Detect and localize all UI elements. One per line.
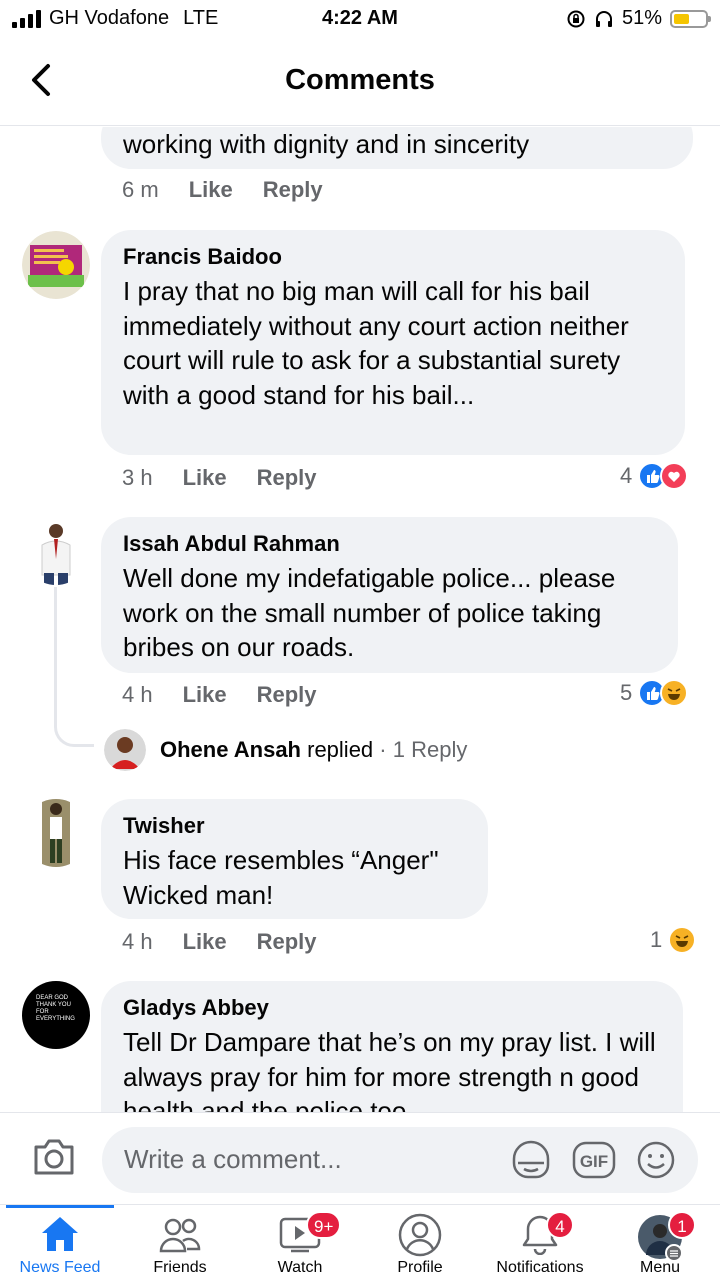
reply-button[interactable]: Reply (257, 465, 317, 491)
tab-label: Friends (153, 1259, 207, 1276)
tab-menu[interactable]: 1 Menu (600, 1205, 720, 1280)
comment-text: His face resembles “Anger" Wicked man! (123, 845, 439, 910)
reaction-summary[interactable]: 5 (620, 679, 689, 707)
reaction-count: 5 (620, 680, 633, 705)
camera-button[interactable] (32, 1137, 76, 1182)
camera-icon (34, 1139, 74, 1175)
comment-placeholder: Write a comment... (124, 1144, 342, 1174)
reaction-summary[interactable]: 4 (620, 462, 689, 490)
comment-composer: Write a comment... GIF (0, 1112, 720, 1204)
reply-author[interactable]: Ohene Ansah (160, 737, 301, 762)
comment-bubble: Twisher His face resembles “Anger" Wicke… (101, 799, 488, 919)
tab-friends[interactable]: Friends (120, 1205, 240, 1280)
comment-author[interactable]: Gladys Abbey (123, 995, 661, 1021)
comment-author[interactable]: Issah Abdul Rahman (123, 531, 656, 557)
reply-button[interactable]: Reply (263, 177, 323, 203)
watch-badge: 9+ (306, 1211, 342, 1239)
profile-icon (398, 1213, 442, 1257)
menu-badge: 1 (668, 1211, 696, 1239)
home-icon (42, 1217, 78, 1251)
headphones-icon (595, 10, 612, 27)
reply-button[interactable]: Reply (257, 682, 317, 708)
tab-watch[interactable]: 9+ Watch (240, 1205, 360, 1280)
reaction-count: 4 (620, 463, 633, 488)
comment-actions: 3 h Like Reply (122, 465, 317, 491)
love-reaction-icon (660, 462, 689, 490)
emoji-icon[interactable] (636, 1140, 676, 1180)
comment-time: 4 h (122, 929, 153, 954)
tab-news-feed[interactable]: News Feed (0, 1205, 120, 1280)
haha-reaction-icon (660, 679, 689, 707)
tab-label: Notifications (496, 1259, 584, 1276)
comment-actions: 6 m Like Reply (122, 177, 323, 203)
comment-author[interactable]: Francis Baidoo (123, 244, 663, 270)
tab-label: Watch (277, 1259, 323, 1276)
avatar[interactable] (22, 799, 90, 867)
tab-label: Profile (397, 1259, 443, 1276)
svg-text:GIF: GIF (580, 1152, 608, 1171)
reply-action: replied (307, 737, 374, 762)
avatar[interactable] (22, 517, 90, 585)
like-button[interactable]: Like (189, 177, 233, 203)
comment-actions: 4 h Like Reply (122, 929, 317, 955)
rotation-lock-icon (567, 10, 585, 27)
top-bar: Comments (0, 40, 720, 126)
reaction-count: 1 (650, 927, 663, 952)
comment-time: 6 m (122, 177, 159, 202)
reply-count[interactable]: · 1 Reply (379, 737, 467, 762)
reply-button[interactable]: Reply (257, 929, 317, 955)
avatar[interactable]: DEAR GOD THANK YOU FOR EVERYTHING (22, 981, 90, 1049)
avatar-caption: DEAR GOD THANK YOU FOR EVERYTHING (36, 995, 75, 1022)
comment-text: Tell Dr Dampare that he’s on my pray lis… (123, 1027, 656, 1112)
reply-avatar[interactable] (104, 729, 146, 771)
reply-preview[interactable]: Ohene Ansah replied · 1 Reply (160, 737, 467, 763)
comment-text: Well done my indefatigable police... ple… (123, 563, 616, 662)
page-title: Comments (285, 64, 435, 96)
gif-icon[interactable]: GIF (572, 1141, 616, 1179)
tab-profile[interactable]: Profile (360, 1205, 480, 1280)
like-button[interactable]: Like (183, 929, 227, 955)
comment-bubble: Issah Abdul Rahman Well done my indefati… (101, 517, 678, 673)
status-bar: GH Vodafone LTE 4:22 AM 51% (0, 0, 720, 40)
comment-text: working with dignity and in sincerity (123, 129, 530, 159)
haha-reaction-icon (668, 926, 697, 954)
battery-icon (670, 9, 711, 28)
reaction-summary[interactable]: 1 (650, 926, 697, 954)
avatar[interactable] (22, 231, 90, 299)
comment-actions: 4 h Like Reply (122, 682, 317, 708)
comment-time: 3 h (122, 465, 153, 490)
comment-bubble: Gladys Abbey Tell Dr Dampare that he’s o… (101, 981, 683, 1112)
friends-icon (159, 1218, 201, 1253)
like-button[interactable]: Like (183, 465, 227, 491)
tab-label: Menu (639, 1259, 681, 1276)
comment-text: I pray that no big man will call for his… (123, 276, 629, 410)
notifications-badge: 4 (546, 1211, 574, 1239)
comment-input[interactable]: Write a comment... GIF (102, 1127, 698, 1193)
thread-line (54, 587, 94, 747)
tab-notifications[interactable]: 4 Notifications (480, 1205, 600, 1280)
comment-author[interactable]: Twisher (123, 813, 466, 839)
bottom-nav: News Feed Friends 9+ Watch Profile 4 Not… (0, 1204, 720, 1280)
sticker-icon[interactable] (510, 1139, 552, 1181)
tab-label: News Feed (19, 1259, 101, 1276)
like-button[interactable]: Like (183, 682, 227, 708)
comment-list[interactable]: working with dignity and in sincerity 6 … (0, 127, 720, 1112)
comment-bubble: Francis Baidoo I pray that no big man wi… (101, 230, 685, 455)
battery-percent: 51% (621, 7, 662, 29)
comment-time: 4 h (122, 682, 153, 707)
comment-bubble: working with dignity and in sincerity (101, 127, 693, 169)
